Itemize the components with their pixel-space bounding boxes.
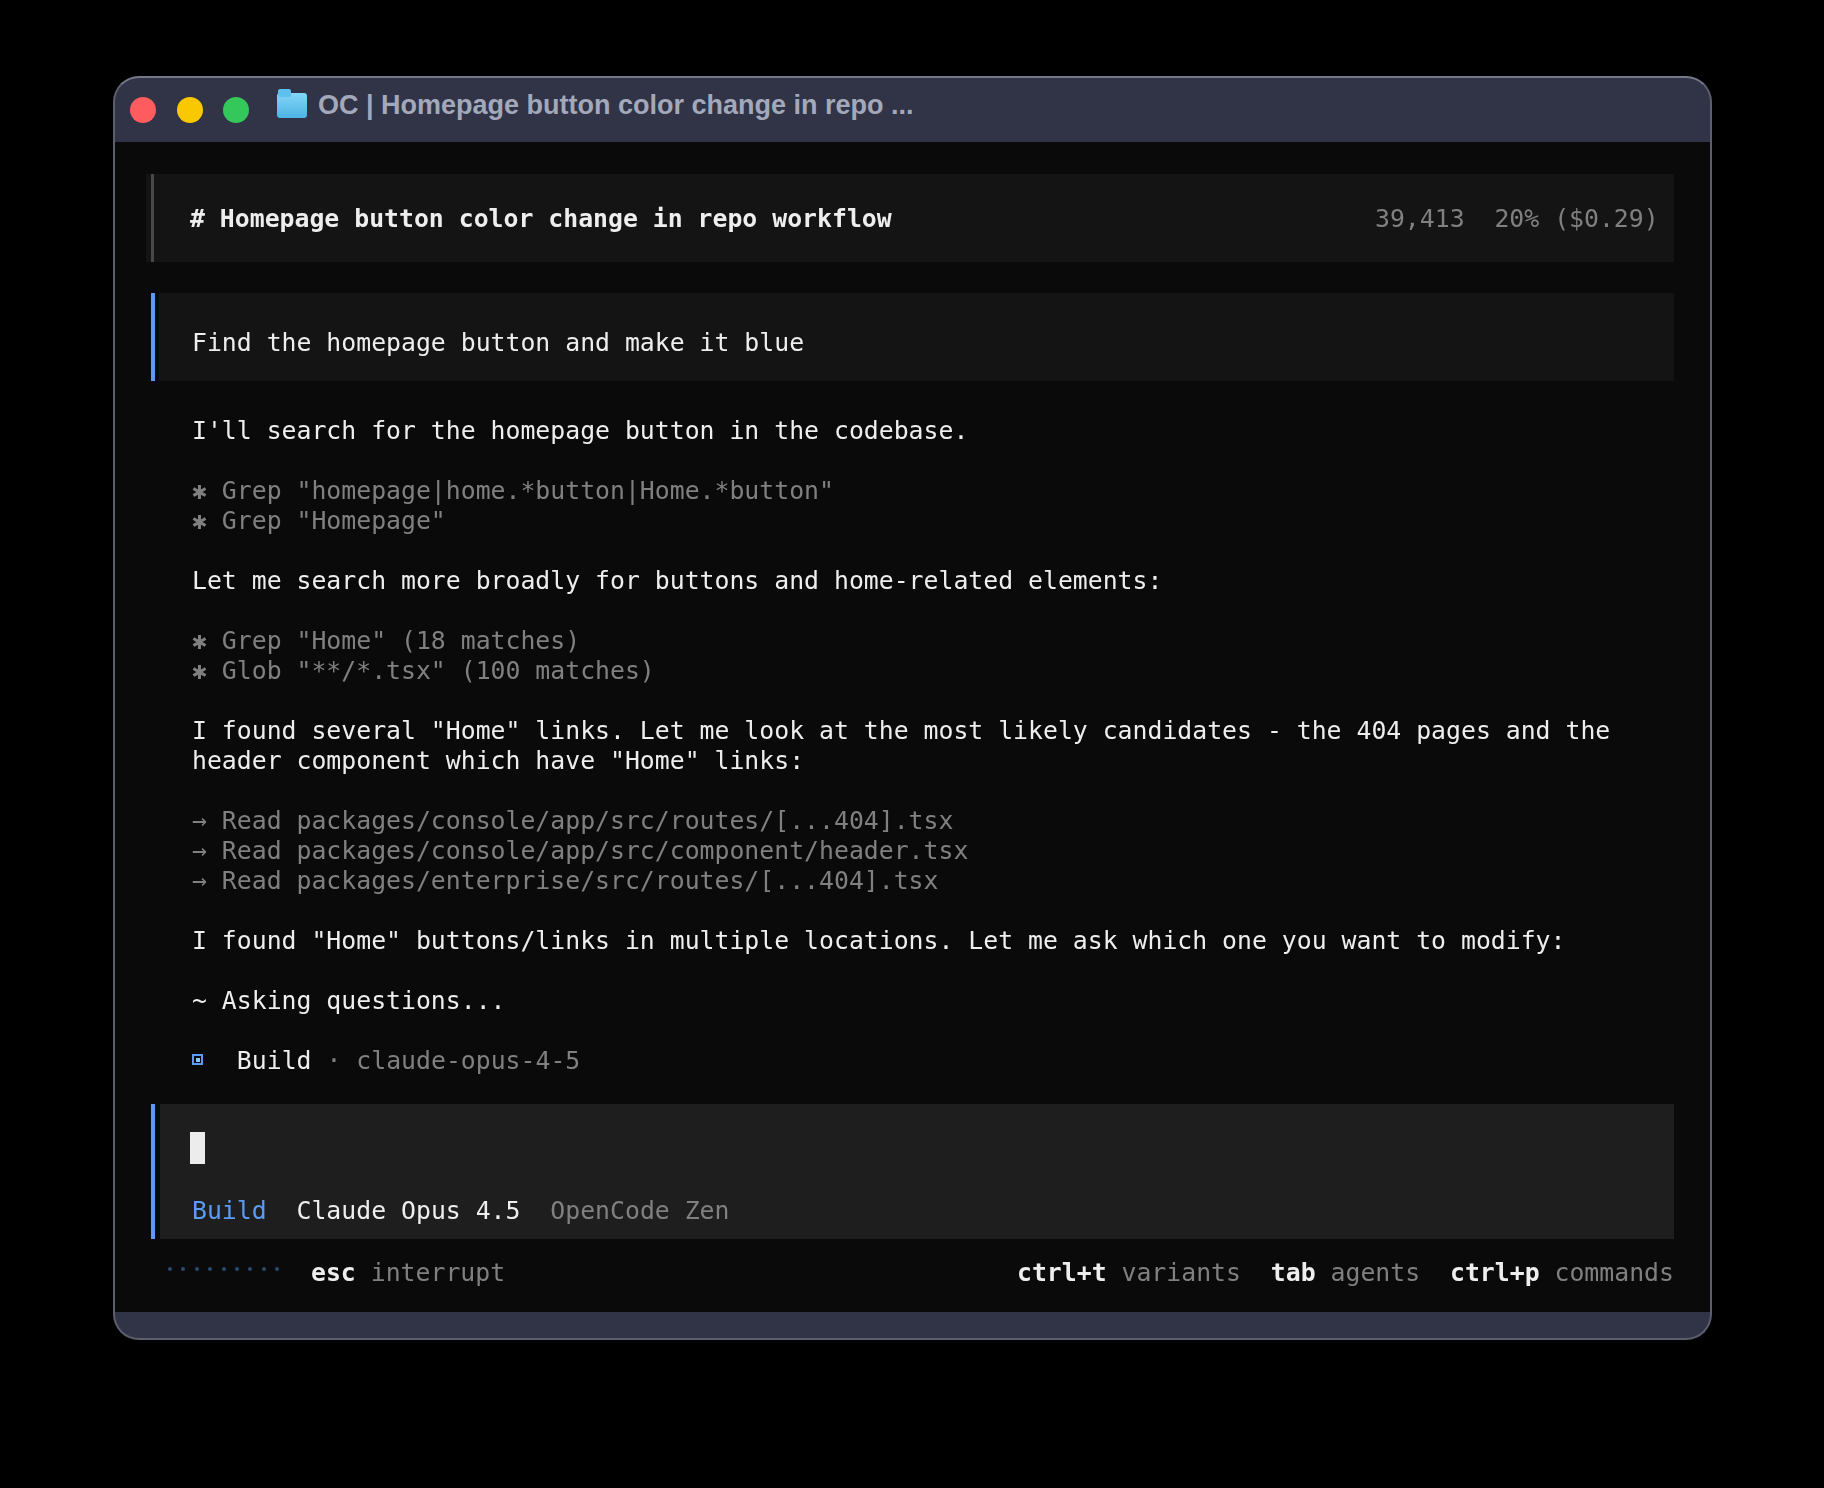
session-stats: 39,413 20% ($0.29): [1375, 204, 1659, 234]
conversation-line: ~ Asking questions...: [192, 986, 506, 1016]
user-message-text: Find the homepage button and make it blu…: [192, 328, 804, 358]
user-message-bar: [151, 293, 155, 381]
minimize-button[interactable]: [177, 97, 203, 123]
conversation-line: ✱ Grep "Homepage": [192, 506, 446, 536]
footer-esc-hint: esc interrupt: [311, 1258, 505, 1288]
esc-key: esc: [311, 1258, 356, 1287]
conversation-line: Build · claude-opus-4-5: [192, 1046, 580, 1076]
conversation-line: → Read packages/enterprise/src/routes/[.…: [192, 866, 938, 896]
conversation-line: header component which have "Home" links…: [192, 746, 804, 776]
zoom-button[interactable]: [223, 97, 249, 123]
esc-label: interrupt: [371, 1258, 505, 1287]
spinner-dot: [195, 1267, 199, 1271]
folder-icon: [277, 93, 307, 118]
footer-shortcuts: ctrl+t variants tab agents ctrl+p comman…: [1017, 1258, 1674, 1288]
shortcut-label: commands: [1540, 1258, 1674, 1287]
shortcut-key: tab: [1271, 1258, 1316, 1287]
conversation-line: I found several "Home" links. Let me loo…: [192, 716, 1610, 746]
input-bar: [151, 1104, 155, 1239]
text-cursor: [190, 1132, 205, 1164]
shortcut-label: agents: [1316, 1258, 1450, 1287]
window-title: OC | Homepage button color change in rep…: [318, 90, 914, 132]
conversation-line: → Read packages/console/app/src/componen…: [192, 836, 968, 866]
shortcut-label: variants: [1107, 1258, 1271, 1287]
close-button[interactable]: [130, 97, 156, 123]
input-status-line: Build Claude Opus 4.5 OpenCode Zen: [192, 1196, 729, 1226]
spinner-dot: [222, 1267, 226, 1271]
shortcut-key: ctrl+p: [1450, 1258, 1540, 1287]
conversation-line: I found "Home" buttons/links in multiple…: [192, 926, 1565, 956]
conversation-line: I'll search for the homepage button in t…: [192, 416, 968, 446]
spinner-dot: [168, 1267, 172, 1271]
input-agent: Build: [192, 1196, 267, 1225]
session-header-bar: [151, 174, 154, 262]
conversation-line: ✱ Grep "Home" (18 matches): [192, 626, 580, 656]
conversation-line: → Read packages/console/app/src/routes/[…: [192, 806, 953, 836]
spinner-dot: [235, 1267, 239, 1271]
session-title: # Homepage button color change in repo w…: [190, 204, 892, 234]
conversation-line: Let me search more broadly for buttons a…: [192, 566, 1162, 596]
input-provider: OpenCode Zen: [550, 1196, 729, 1225]
conversation-line: ✱ Glob "**/*.tsx" (100 matches): [192, 656, 655, 686]
spinner-dot: [262, 1267, 266, 1271]
conversation-line: ✱ Grep "homepage|home.*button|Home.*butt…: [192, 476, 834, 506]
build-agent-icon: [192, 1046, 207, 1076]
shortcut-key: ctrl+t: [1017, 1258, 1107, 1287]
input-model-name: Claude Opus 4.5: [297, 1196, 521, 1225]
